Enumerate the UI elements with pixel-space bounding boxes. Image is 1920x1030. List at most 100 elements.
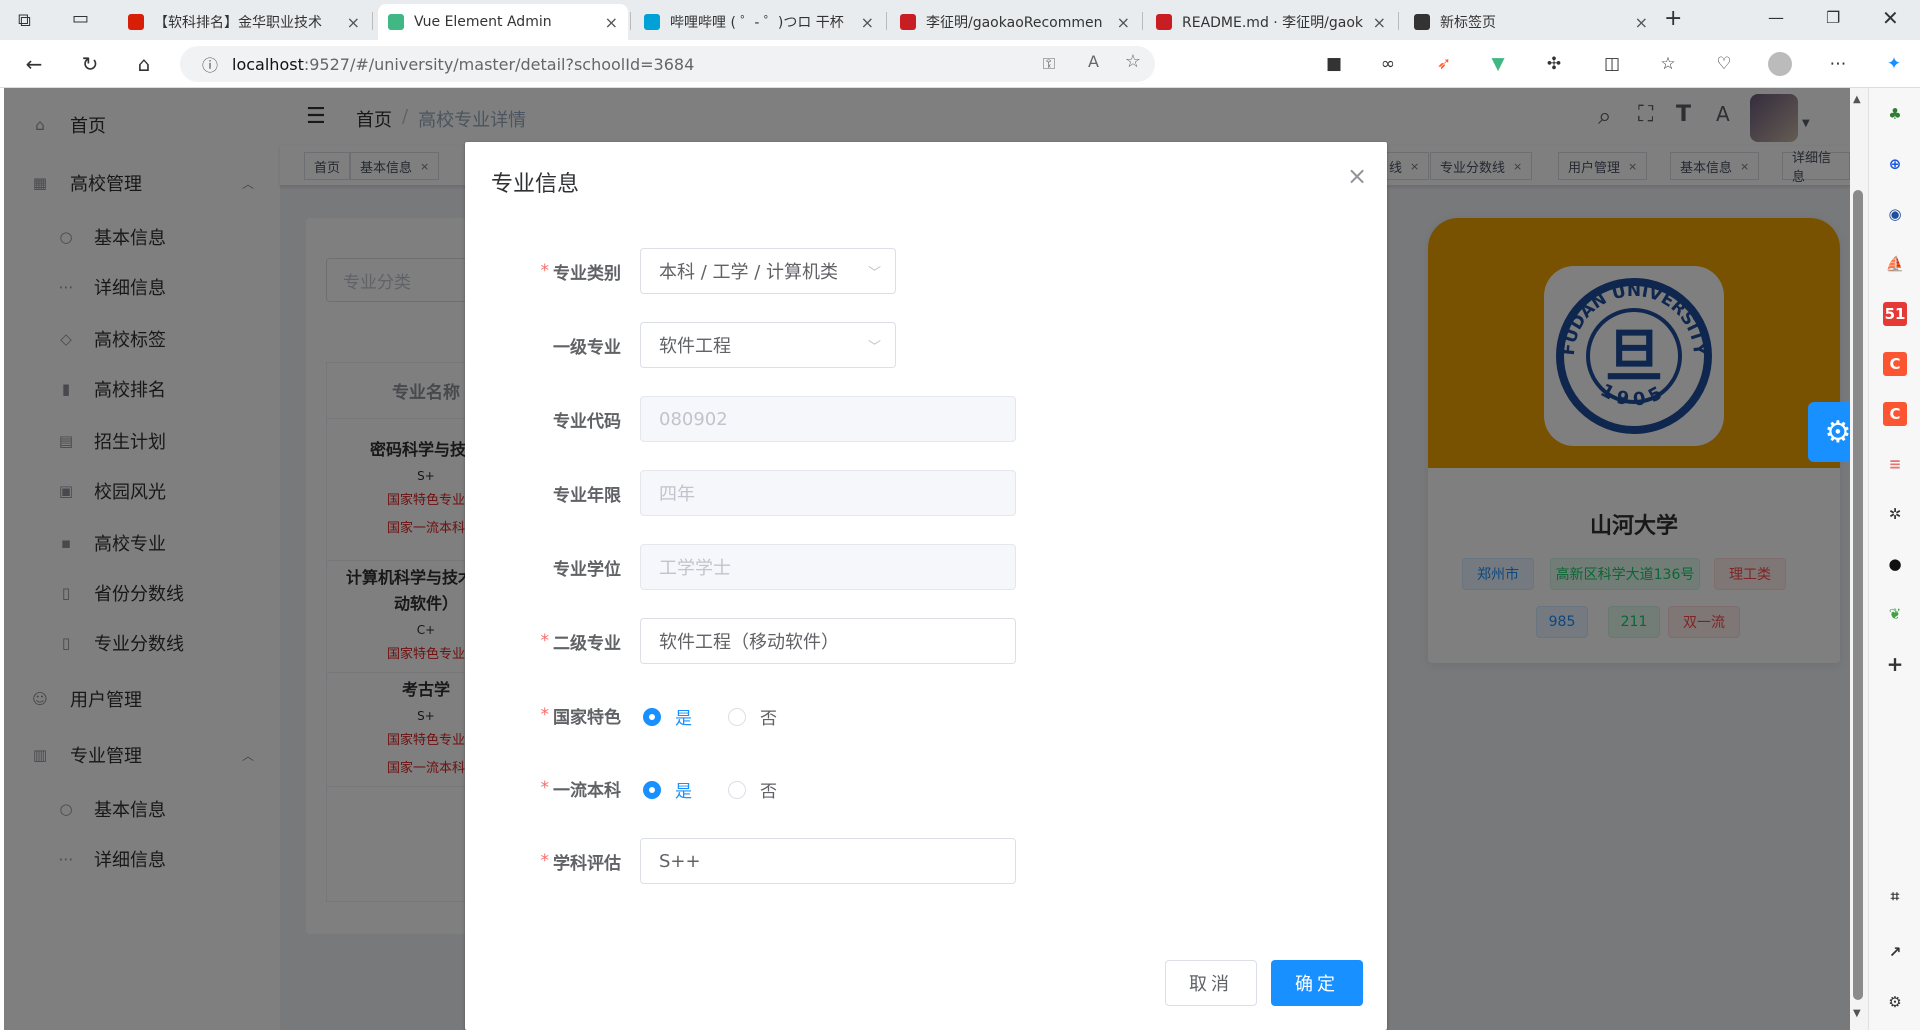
form-row-first-class: * 一流本科 是 否 (465, 765, 1387, 811)
home-icon[interactable]: ⌂ (130, 50, 158, 78)
tab-title: README.md · 李征明/gaok (1182, 15, 1364, 31)
close-tab-icon[interactable]: × (605, 13, 618, 32)
minimize-icon[interactable]: — (1768, 8, 1784, 27)
form-row-code: 专业代码 080902 (465, 396, 1387, 442)
search-ext-icon[interactable]: ⊕ (1883, 152, 1907, 176)
globe-ext-icon[interactable]: ◉ (1883, 202, 1907, 226)
national-feature-no-radio[interactable]: 否 (728, 704, 777, 729)
tab-separator (886, 12, 887, 30)
code-input: 080902 (640, 396, 1016, 442)
form-row-national-feature: * 国家特色 是 否 (465, 692, 1387, 738)
screenshot-icon[interactable]: ⌗ (1883, 884, 1907, 908)
evaluation-input[interactable]: S++ (640, 838, 1016, 884)
browser-tab[interactable]: 新标签页 × (1404, 4, 1658, 40)
confirm-button[interactable]: 确定 (1271, 960, 1363, 1006)
favorites-icon[interactable]: ☆ (1656, 52, 1680, 76)
national-feature-label: * 国家特色 (540, 705, 622, 728)
tab-title: Vue Element Admin (414, 14, 552, 30)
refresh-icon[interactable]: ↻ (76, 50, 104, 78)
csdn-ext-icon[interactable]: C (1883, 352, 1907, 376)
github-icon[interactable]: ● (1883, 552, 1907, 576)
national-feature-yes-radio[interactable]: 是 (643, 704, 692, 729)
swift-ext-icon[interactable]: ➶ (1432, 52, 1456, 76)
infinity-icon (1414, 14, 1430, 30)
add-panel-icon[interactable]: + (1883, 652, 1907, 676)
bilibili-icon (644, 14, 660, 30)
first-class-no-radio[interactable]: 否 (728, 777, 777, 802)
new-tab-button[interactable]: + (1664, 6, 1682, 31)
url-path: :9527/#/university/master/detail?schoolI… (303, 54, 695, 74)
more-menu-icon[interactable]: ⋯ (1826, 52, 1850, 76)
form-row-degree: 专业学位 工学学士 (465, 544, 1387, 590)
second-level-label: * 二级专业 (540, 631, 622, 654)
copilot-icon[interactable]: ✦ (1882, 52, 1906, 76)
browser-side-panel: ♣ ⊕ ◉ ⛵ 51 C C ≡ ✲ ● ❦ + ⌗ ↗ ⚙ (1868, 88, 1920, 1030)
back-icon[interactable]: ← (20, 50, 48, 78)
chevron-down-icon: ﹀ (867, 266, 881, 281)
settings-icon[interactable]: ⚙ (1883, 990, 1907, 1014)
category-cascader[interactable]: 本科 / 工学 / 计算机类 ﹀ (640, 248, 896, 294)
browser-tab[interactable]: 哔哩哔哩 ( ゜- ゜)つロ 干杯 × (634, 4, 884, 40)
extensions-icon[interactable]: ✣ (1542, 52, 1566, 76)
second-level-input[interactable]: 软件工程（移动软件） (640, 618, 1016, 664)
form-row-second-level: * 二级专业 软件工程（移动软件） (465, 618, 1387, 664)
years-input: 四年 (640, 470, 1016, 516)
site-info-icon[interactable]: ⓘ (202, 52, 218, 76)
dialog-close-icon[interactable]: × (1347, 162, 1367, 190)
read-aloud-icon[interactable]: A (1088, 52, 1099, 71)
lines-ext-icon[interactable]: ≡ (1883, 452, 1907, 476)
code-label: 专业代码 (553, 411, 621, 432)
tab-separator (1398, 12, 1399, 30)
close-window-icon[interactable]: ✕ (1882, 6, 1899, 30)
bug-ext-icon[interactable]: ✲ (1883, 502, 1907, 526)
url-bar[interactable]: ⓘ localhost:9527/#/university/master/det… (180, 46, 1155, 82)
vertical-tabs-icon[interactable]: ▭ (72, 8, 89, 29)
evaluation-label: * 学科评估 (540, 851, 622, 874)
gitee-icon (1156, 14, 1172, 30)
maximize-icon[interactable]: ❐ (1826, 8, 1840, 27)
browser-tab[interactable]: README.md · 李征明/gaok × (1146, 4, 1396, 40)
leaf-ext-icon[interactable]: ❦ (1883, 602, 1907, 626)
split-screen-icon[interactable]: ◫ (1600, 52, 1624, 76)
rank-icon (128, 14, 144, 30)
browser-tab[interactable]: Vue Element Admin × (378, 4, 628, 40)
csdn2-ext-icon[interactable]: C (1883, 402, 1907, 426)
ship-ext-icon[interactable]: ⛵ (1883, 252, 1907, 276)
url-host: localhost (232, 54, 304, 74)
open-external-icon[interactable]: ↗ (1883, 940, 1907, 964)
first-level-select[interactable]: 软件工程 ﹀ (640, 322, 896, 368)
scrollbar-thumb[interactable] (1853, 190, 1863, 1000)
close-tab-icon[interactable]: × (347, 13, 360, 32)
browser-tab-bar: ⧉ ▭ 【软科排名】金华职业技术 × Vue Element Admin × 哔哩哔哩 … (0, 0, 1920, 40)
favorite-star-icon[interactable]: ☆ (1125, 51, 1141, 72)
tab-separator (630, 12, 631, 30)
form-row-first-level: 一级专业 软件工程 ﹀ (465, 322, 1387, 368)
profile-avatar-icon[interactable] (1768, 52, 1792, 76)
tab-title: 新标签页 (1440, 15, 1496, 31)
close-tab-icon[interactable]: × (1117, 13, 1130, 32)
infinity-ext-icon[interactable]: ∞ (1376, 52, 1400, 76)
workspaces-icon[interactable]: ⧉ (18, 10, 31, 31)
scroll-up-icon[interactable]: ▲ (1853, 94, 1861, 105)
gitee-icon (900, 14, 916, 30)
extension-icon[interactable]: ■ (1322, 52, 1346, 76)
tab-separator (372, 12, 373, 30)
browser-tab[interactable]: 李征明/gaokaoRecommen × (890, 4, 1140, 40)
vue-devtools-icon[interactable]: ▼ (1486, 52, 1510, 76)
health-icon[interactable]: ♡ (1712, 52, 1736, 76)
cancel-button[interactable]: 取消 (1165, 960, 1257, 1006)
close-tab-icon[interactable]: × (861, 13, 874, 32)
first-class-yes-radio[interactable]: 是 (643, 777, 692, 802)
close-tab-icon[interactable]: × (1635, 13, 1648, 32)
address-toolbar: ← ↻ ⌂ ⓘ localhost:9527/#/university/mast… (0, 40, 1920, 88)
51-ext-icon[interactable]: 51 (1883, 302, 1907, 326)
key-icon[interactable]: ⚿ (1043, 54, 1055, 74)
vue-icon (388, 14, 404, 30)
close-tab-icon[interactable]: × (1373, 13, 1386, 32)
tab-title: 哔哩哔哩 ( ゜- ゜)つロ 干杯 (670, 15, 844, 31)
scroll-down-icon[interactable]: ▼ (1853, 1008, 1861, 1019)
form-row-years: 专业年限 四年 (465, 470, 1387, 516)
browser-tab[interactable]: 【软科排名】金华职业技术 × (118, 4, 370, 40)
first-class-label: * 一流本科 (540, 778, 622, 801)
tree-ext-icon[interactable]: ♣ (1883, 102, 1907, 126)
